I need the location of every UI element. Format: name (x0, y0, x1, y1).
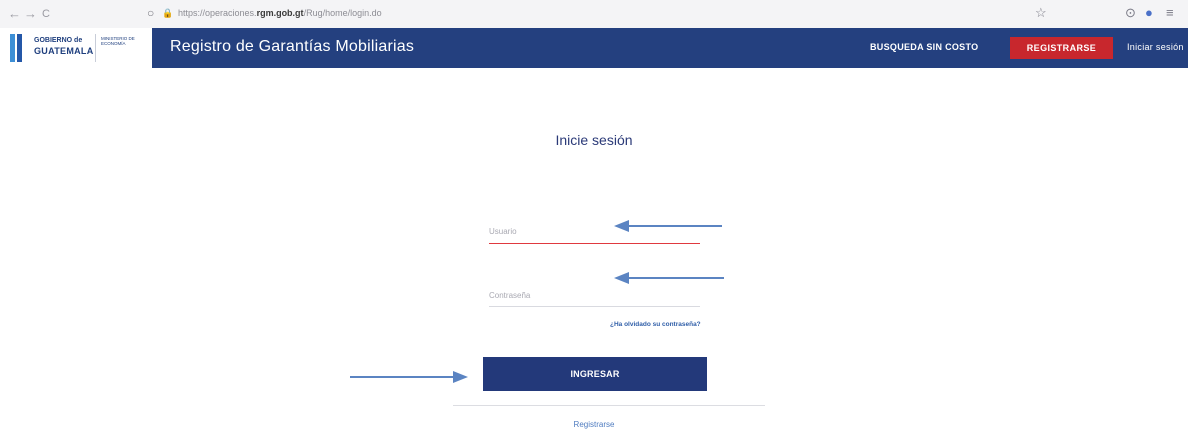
government-logo[interactable]: GOBIERNO de GUATEMALA MINISTERIO DE ECON… (0, 28, 152, 68)
address-bar[interactable]: https://operaciones.rgm.gob.gt/Rug/home/… (178, 8, 382, 18)
pocket-icon[interactable]: ⊙ (1125, 5, 1136, 21)
password-underline (489, 306, 700, 307)
shield-icon: ○ (147, 6, 155, 20)
account-icon[interactable]: ● (1145, 5, 1153, 20)
flag-bars-icon (10, 34, 28, 62)
bookmark-star-icon[interactable]: ☆ (1035, 5, 1047, 21)
header-login-link[interactable]: Iniciar sesión (1127, 42, 1184, 52)
password-field[interactable]: Contraseña (489, 291, 530, 300)
username-underline (489, 243, 700, 244)
logo-divider (95, 34, 96, 62)
username-field[interactable]: Usuario (489, 227, 517, 236)
arrow-left-icon (614, 220, 722, 232)
login-submit-button[interactable]: INGRESAR (483, 357, 707, 391)
forward-arrow-icon[interactable]: → (24, 6, 37, 22)
login-title: Inicie sesión (555, 132, 633, 148)
arrow-left-icon (614, 272, 724, 284)
site-title[interactable]: Registro de Garantías Mobiliarias (170, 38, 414, 56)
site-header: GOBIERNO de GUATEMALA MINISTERIO DE ECON… (0, 28, 1188, 68)
form-divider (453, 405, 765, 406)
browser-toolbar: ← → C ○ 🔒 https://operaciones.rgm.gob.gt… (0, 0, 1188, 28)
ministry-label: MINISTERIO DE ECONOMÍA (101, 36, 135, 46)
reload-icon[interactable]: C (42, 6, 50, 22)
forgot-password-link[interactable]: ¿Ha olvidado su contraseña? (610, 321, 701, 328)
logo-line1: GOBIERNO de (34, 37, 83, 44)
logo-line2: GUATEMALA (34, 46, 94, 56)
url-path: /Rug/home/login.do (303, 8, 382, 18)
register-link[interactable]: Registrarse (0, 420, 1188, 429)
header-register-button[interactable]: REGISTRARSE (1010, 37, 1113, 59)
menu-icon[interactable]: ≡ (1166, 5, 1174, 20)
free-search-link[interactable]: BUSQUEDA SIN COSTO (870, 42, 978, 52)
url-prefix: https://operaciones. (178, 8, 257, 18)
lock-icon: 🔒 (162, 8, 174, 18)
back-arrow-icon[interactable]: ← (8, 6, 21, 22)
url-domain: rgm.gob.gt (256, 8, 304, 18)
arrow-right-icon (350, 371, 468, 383)
